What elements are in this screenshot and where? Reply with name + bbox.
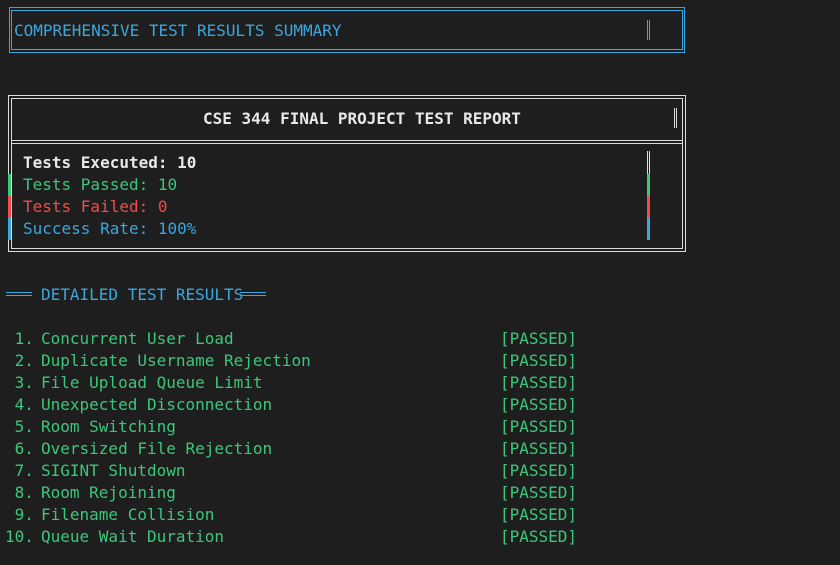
test-number: 6. <box>5 439 34 458</box>
test-number: 5. <box>5 417 34 436</box>
tests-executed-stat: Tests Executed: 10 <box>23 153 197 172</box>
test-number: 8. <box>5 483 34 502</box>
test-name: Concurrent User Load <box>41 329 234 348</box>
test-name: Oversized File Rejection <box>41 439 273 458</box>
detailed-results-heading: DETAILED TEST RESULTS <box>41 285 244 304</box>
test-name: Unexpected Disconnection <box>41 395 273 414</box>
test-status-badge: [PASSED] <box>500 439 578 458</box>
test-number: 2. <box>5 351 34 370</box>
test-status-badge: [PASSED] <box>500 505 578 524</box>
test-name: Room Switching <box>41 417 176 436</box>
test-status-badge: [PASSED] <box>500 329 578 348</box>
test-status-badge: [PASSED] <box>500 483 578 502</box>
report-title: CSE 344 FINAL PROJECT TEST REPORT <box>203 109 521 128</box>
test-status-badge: [PASSED] <box>500 373 578 392</box>
test-status-badge: [PASSED] <box>500 527 578 546</box>
test-number: 7. <box>5 461 34 480</box>
test-name: Duplicate Username Rejection <box>41 351 311 370</box>
tests-failed-stat: Tests Failed: 0 <box>23 197 168 216</box>
passed-right-marker <box>647 174 650 196</box>
rate-right-marker <box>647 218 650 240</box>
test-name: Room Rejoining <box>41 483 176 502</box>
report-title-separator <box>11 140 683 144</box>
test-name: Queue Wait Duration <box>41 527 225 546</box>
rate-left-marker <box>8 218 11 240</box>
passed-left-marker <box>8 174 11 196</box>
test-name: File Upload Queue Limit <box>41 373 263 392</box>
test-number: 3. <box>5 373 34 392</box>
test-number: 9. <box>5 505 34 524</box>
summary-header-title: COMPREHENSIVE TEST RESULTS SUMMARY <box>14 21 342 40</box>
test-number: 10. <box>5 527 34 546</box>
failed-left-marker <box>8 196 11 218</box>
section-heading-rule-left <box>6 292 32 296</box>
test-number: 1. <box>5 329 34 348</box>
test-name: SIGINT Shutdown <box>41 461 186 480</box>
summary-header-end-bar <box>647 20 650 40</box>
report-title-end-bar <box>674 108 677 128</box>
failed-right-marker <box>647 196 650 218</box>
test-status-badge: [PASSED] <box>500 395 578 414</box>
test-status-badge: [PASSED] <box>500 351 578 370</box>
test-number: 4. <box>5 395 34 414</box>
test-name: Filename Collision <box>41 505 215 524</box>
test-status-badge: [PASSED] <box>500 461 578 480</box>
test-status-badge: [PASSED] <box>500 417 578 436</box>
section-heading-rule-right <box>240 292 266 296</box>
success-rate-stat: Success Rate: 100% <box>23 219 197 238</box>
tests-passed-stat: Tests Passed: 10 <box>23 175 178 194</box>
